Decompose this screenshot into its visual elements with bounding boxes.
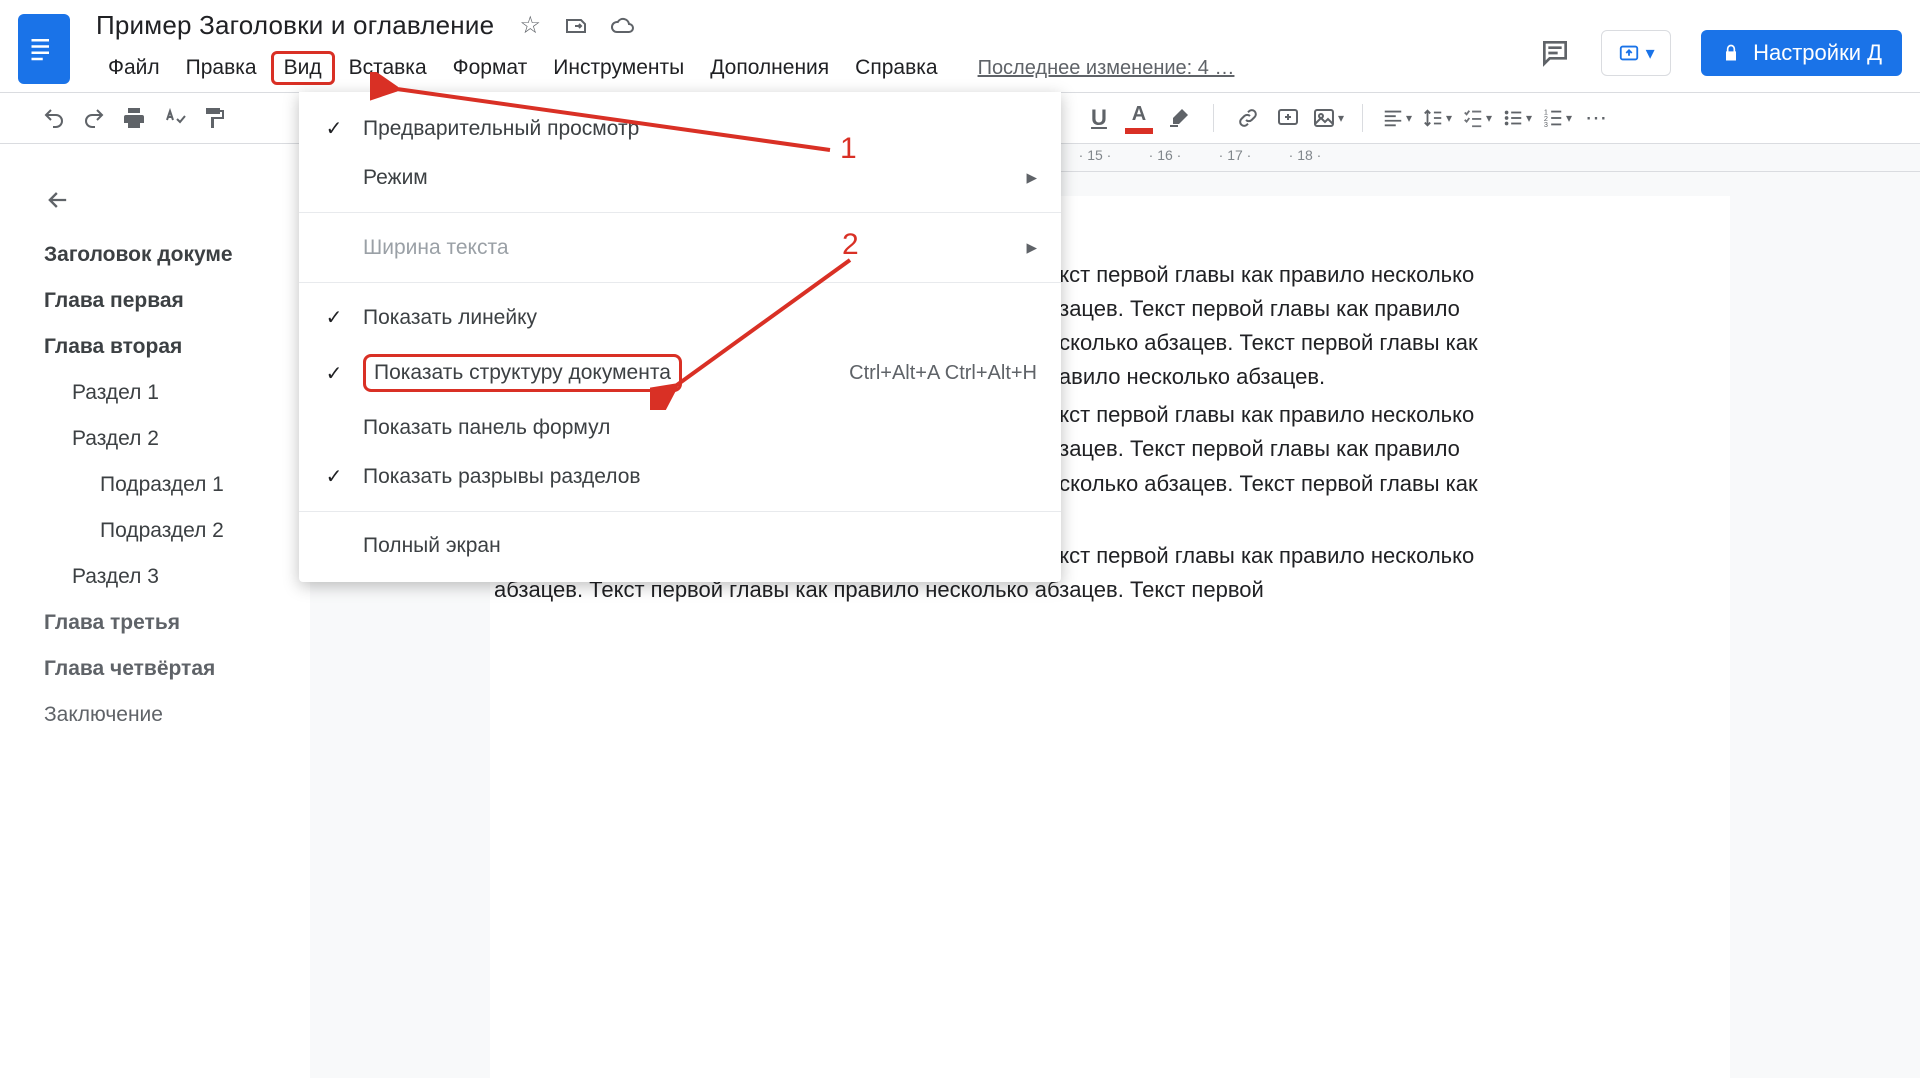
outline-item[interactable]: Глава первая bbox=[44, 278, 298, 324]
ruler-tick: · 15 · bbox=[1060, 147, 1130, 163]
menu-item-show-ruler[interactable]: ✓ Показать линейку bbox=[299, 293, 1061, 342]
menu-view[interactable]: Вид bbox=[271, 51, 335, 85]
menu-item-label: Ширина текста bbox=[363, 236, 509, 260]
outline-item[interactable]: Глава четвёртая bbox=[44, 646, 298, 692]
menu-item-label: Режим bbox=[363, 166, 428, 190]
menu-item-text-width[interactable]: Ширина текста ▸ bbox=[299, 223, 1061, 272]
share-button[interactable]: Настройки Д bbox=[1701, 30, 1902, 76]
outline-panel: Заголовок докумеГлава перваяГлава вторая… bbox=[0, 172, 310, 1078]
insert-image-button[interactable] bbox=[1312, 102, 1344, 134]
last-edit-link[interactable]: Последнее изменение: 4 … bbox=[978, 57, 1235, 80]
check-icon: ✓ bbox=[323, 361, 345, 386]
menu-item-label: Показать линейку bbox=[363, 306, 537, 330]
bulleted-list-button[interactable] bbox=[1501, 102, 1533, 134]
menu-insert[interactable]: Вставка bbox=[337, 52, 439, 84]
app-header: Пример Заголовки и оглавление ☆ Файл Пра… bbox=[0, 0, 1920, 92]
docs-logo[interactable] bbox=[18, 14, 70, 84]
align-button[interactable] bbox=[1381, 102, 1413, 134]
text-color-button[interactable]: A bbox=[1123, 102, 1155, 134]
menu-item-label: Показать разрывы разделов bbox=[363, 465, 641, 489]
comments-icon[interactable] bbox=[1539, 37, 1571, 69]
menu-item-shortcut: Ctrl+Alt+A Ctrl+Alt+H bbox=[849, 362, 1037, 385]
more-tools-button[interactable]: ⋯ bbox=[1581, 102, 1613, 134]
document-icon bbox=[29, 29, 59, 69]
line-spacing-button[interactable] bbox=[1421, 102, 1453, 134]
highlight-button[interactable] bbox=[1163, 102, 1195, 134]
menu-item-label: Показать панель формул bbox=[363, 416, 610, 440]
star-icon[interactable]: ☆ bbox=[518, 14, 542, 38]
menu-item-preview[interactable]: ✓ Предварительный просмотр bbox=[299, 104, 1061, 153]
submenu-arrow-icon: ▸ bbox=[1026, 235, 1037, 260]
paint-format-button[interactable] bbox=[198, 102, 230, 134]
menu-item-mode[interactable]: Режим ▸ bbox=[299, 153, 1061, 202]
insert-comment-button[interactable] bbox=[1272, 102, 1304, 134]
print-button[interactable] bbox=[118, 102, 150, 134]
checklist-button[interactable] bbox=[1461, 102, 1493, 134]
ruler-tick: · 17 · bbox=[1200, 147, 1270, 163]
ruler-tick: · 18 · bbox=[1270, 147, 1340, 163]
menu-item-label: Предварительный просмотр bbox=[363, 117, 639, 141]
share-button-label: Настройки Д bbox=[1753, 40, 1882, 66]
menu-help[interactable]: Справка bbox=[843, 52, 949, 84]
outline-item[interactable]: Подраздел 2 bbox=[44, 508, 298, 554]
outline-item[interactable]: Глава вторая bbox=[44, 324, 298, 370]
ruler-tick: · 16 · bbox=[1130, 147, 1200, 163]
menu-item-label: Полный экран bbox=[363, 534, 501, 558]
insert-link-button[interactable] bbox=[1232, 102, 1264, 134]
outline-item[interactable]: Подраздел 1 bbox=[44, 462, 298, 508]
menu-item-full-screen[interactable]: Полный экран bbox=[299, 522, 1061, 570]
redo-button[interactable] bbox=[78, 102, 110, 134]
check-icon: ✓ bbox=[323, 464, 345, 489]
menu-tools[interactable]: Инструменты bbox=[541, 52, 696, 84]
menu-edit[interactable]: Правка bbox=[174, 52, 269, 84]
check-icon: ✓ bbox=[323, 305, 345, 330]
outline-item[interactable]: Заголовок докуме bbox=[44, 232, 298, 278]
submenu-arrow-icon: ▸ bbox=[1026, 165, 1037, 190]
menu-item-show-outline[interactable]: ✓ Показать структуру документа Ctrl+Alt+… bbox=[299, 342, 1061, 404]
outline-collapse-icon[interactable] bbox=[44, 186, 72, 219]
view-menu-dropdown: ✓ Предварительный просмотр Режим ▸ Ширин… bbox=[299, 92, 1061, 582]
menu-format[interactable]: Формат bbox=[441, 52, 540, 84]
menu-item-label: Показать структуру документа bbox=[374, 361, 671, 384]
undo-button[interactable] bbox=[38, 102, 70, 134]
outline-item[interactable]: Раздел 2 bbox=[44, 416, 298, 462]
svg-text:3: 3 bbox=[1544, 120, 1548, 129]
spellcheck-button[interactable] bbox=[158, 102, 190, 134]
menu-item-show-section-breaks[interactable]: ✓ Показать разрывы разделов bbox=[299, 452, 1061, 501]
outline-item[interactable]: Раздел 3 bbox=[44, 554, 298, 600]
numbered-list-button[interactable]: 123 bbox=[1541, 102, 1573, 134]
check-icon: ✓ bbox=[323, 116, 345, 141]
outline-item[interactable]: Глава третья bbox=[44, 600, 298, 646]
menu-file[interactable]: Файл bbox=[96, 52, 172, 84]
menu-addons[interactable]: Дополнения bbox=[698, 52, 841, 84]
outline-item[interactable]: Заключение bbox=[44, 692, 298, 738]
outline-item[interactable]: Раздел 1 bbox=[44, 370, 298, 416]
menu-item-show-formula[interactable]: Показать панель формул bbox=[299, 404, 1061, 452]
present-button[interactable]: ▾ bbox=[1601, 30, 1671, 76]
document-title[interactable]: Пример Заголовки и оглавление bbox=[96, 10, 494, 41]
cloud-status-icon[interactable] bbox=[610, 14, 634, 38]
underline-button[interactable]: U bbox=[1083, 102, 1115, 134]
lock-icon bbox=[1721, 43, 1741, 63]
move-icon[interactable] bbox=[564, 14, 588, 38]
